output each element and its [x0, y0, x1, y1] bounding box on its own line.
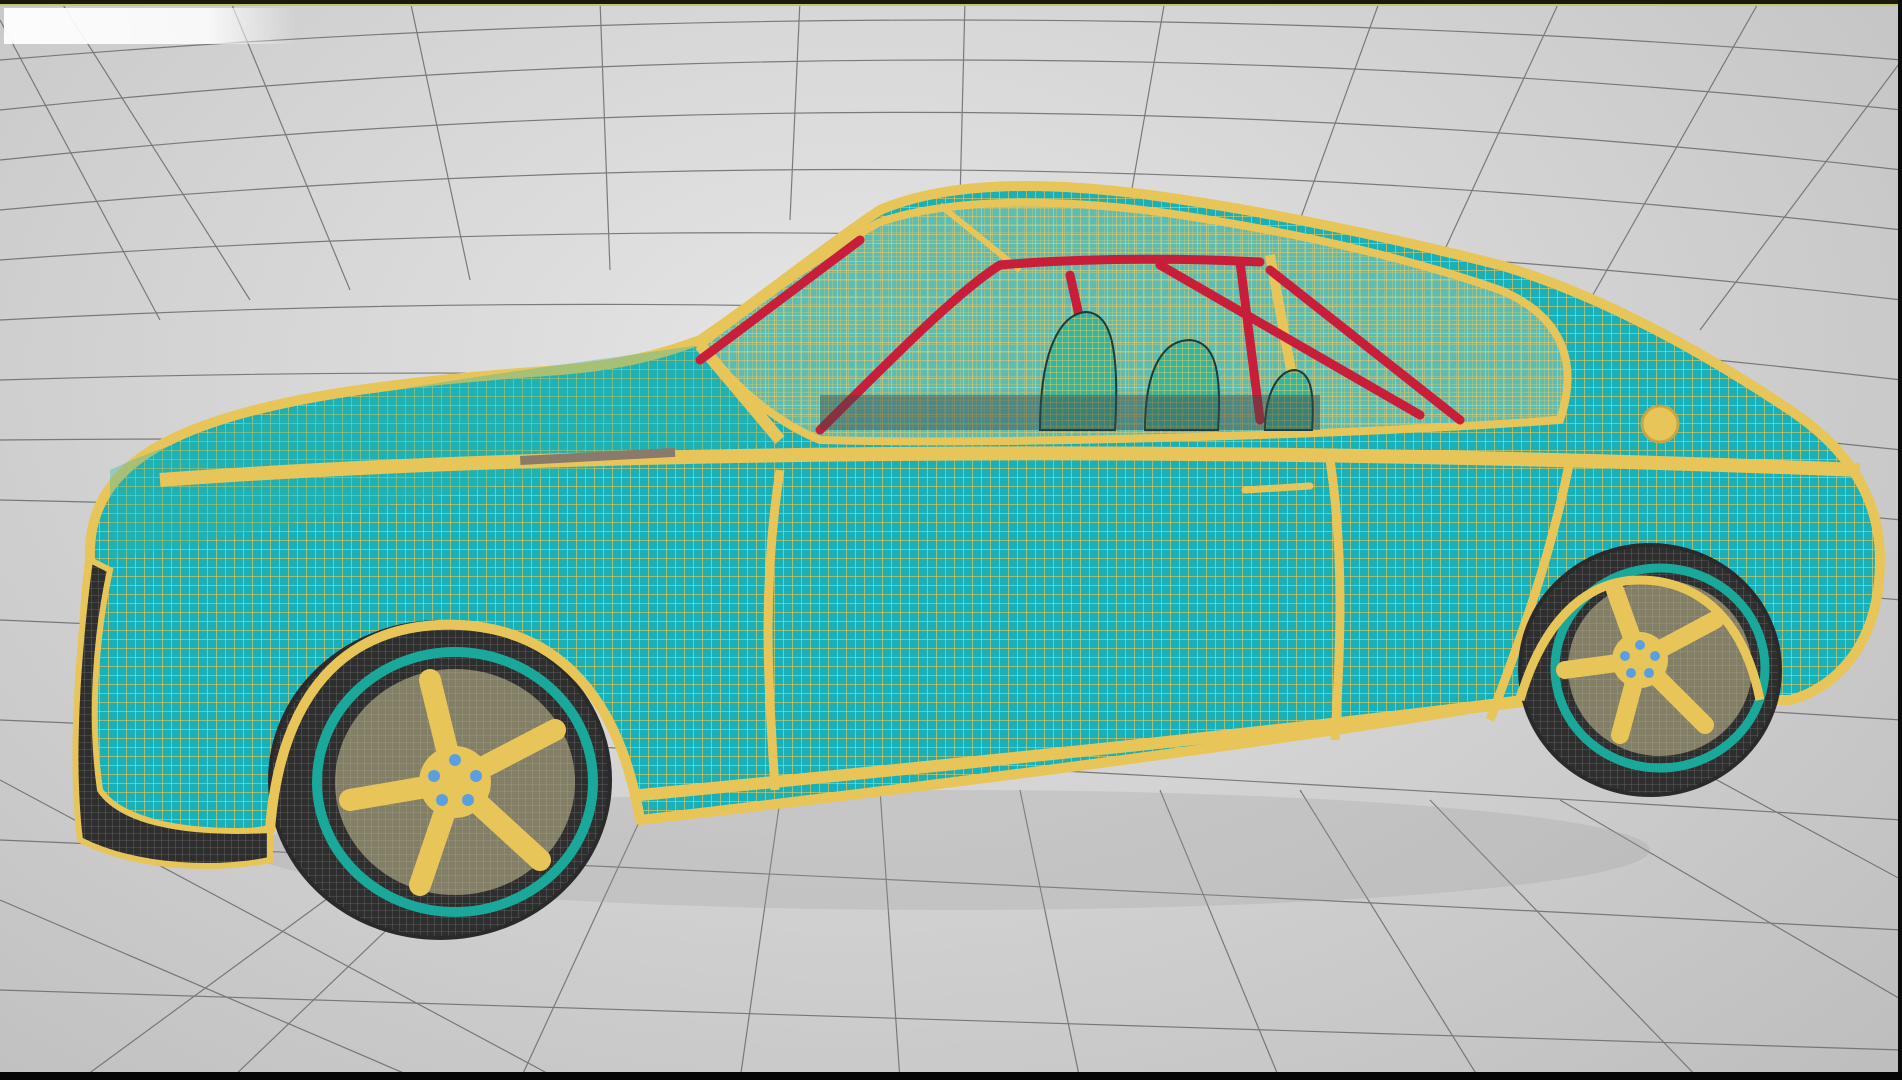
front-wheel: [268, 620, 612, 940]
viewport-label[interactable]: [4, 8, 296, 44]
door-handle: [1241, 482, 1314, 494]
viewport-active-highlight: [0, 4, 1902, 6]
fuel-cap: [1640, 404, 1680, 444]
car-model[interactable]: [72, 181, 1885, 940]
viewport-bottom-border: [0, 1072, 1902, 1080]
viewport-right-border: [1898, 0, 1902, 1080]
scene-canvas[interactable]: [0, 0, 1902, 1080]
3d-viewport[interactable]: [0, 0, 1902, 1080]
